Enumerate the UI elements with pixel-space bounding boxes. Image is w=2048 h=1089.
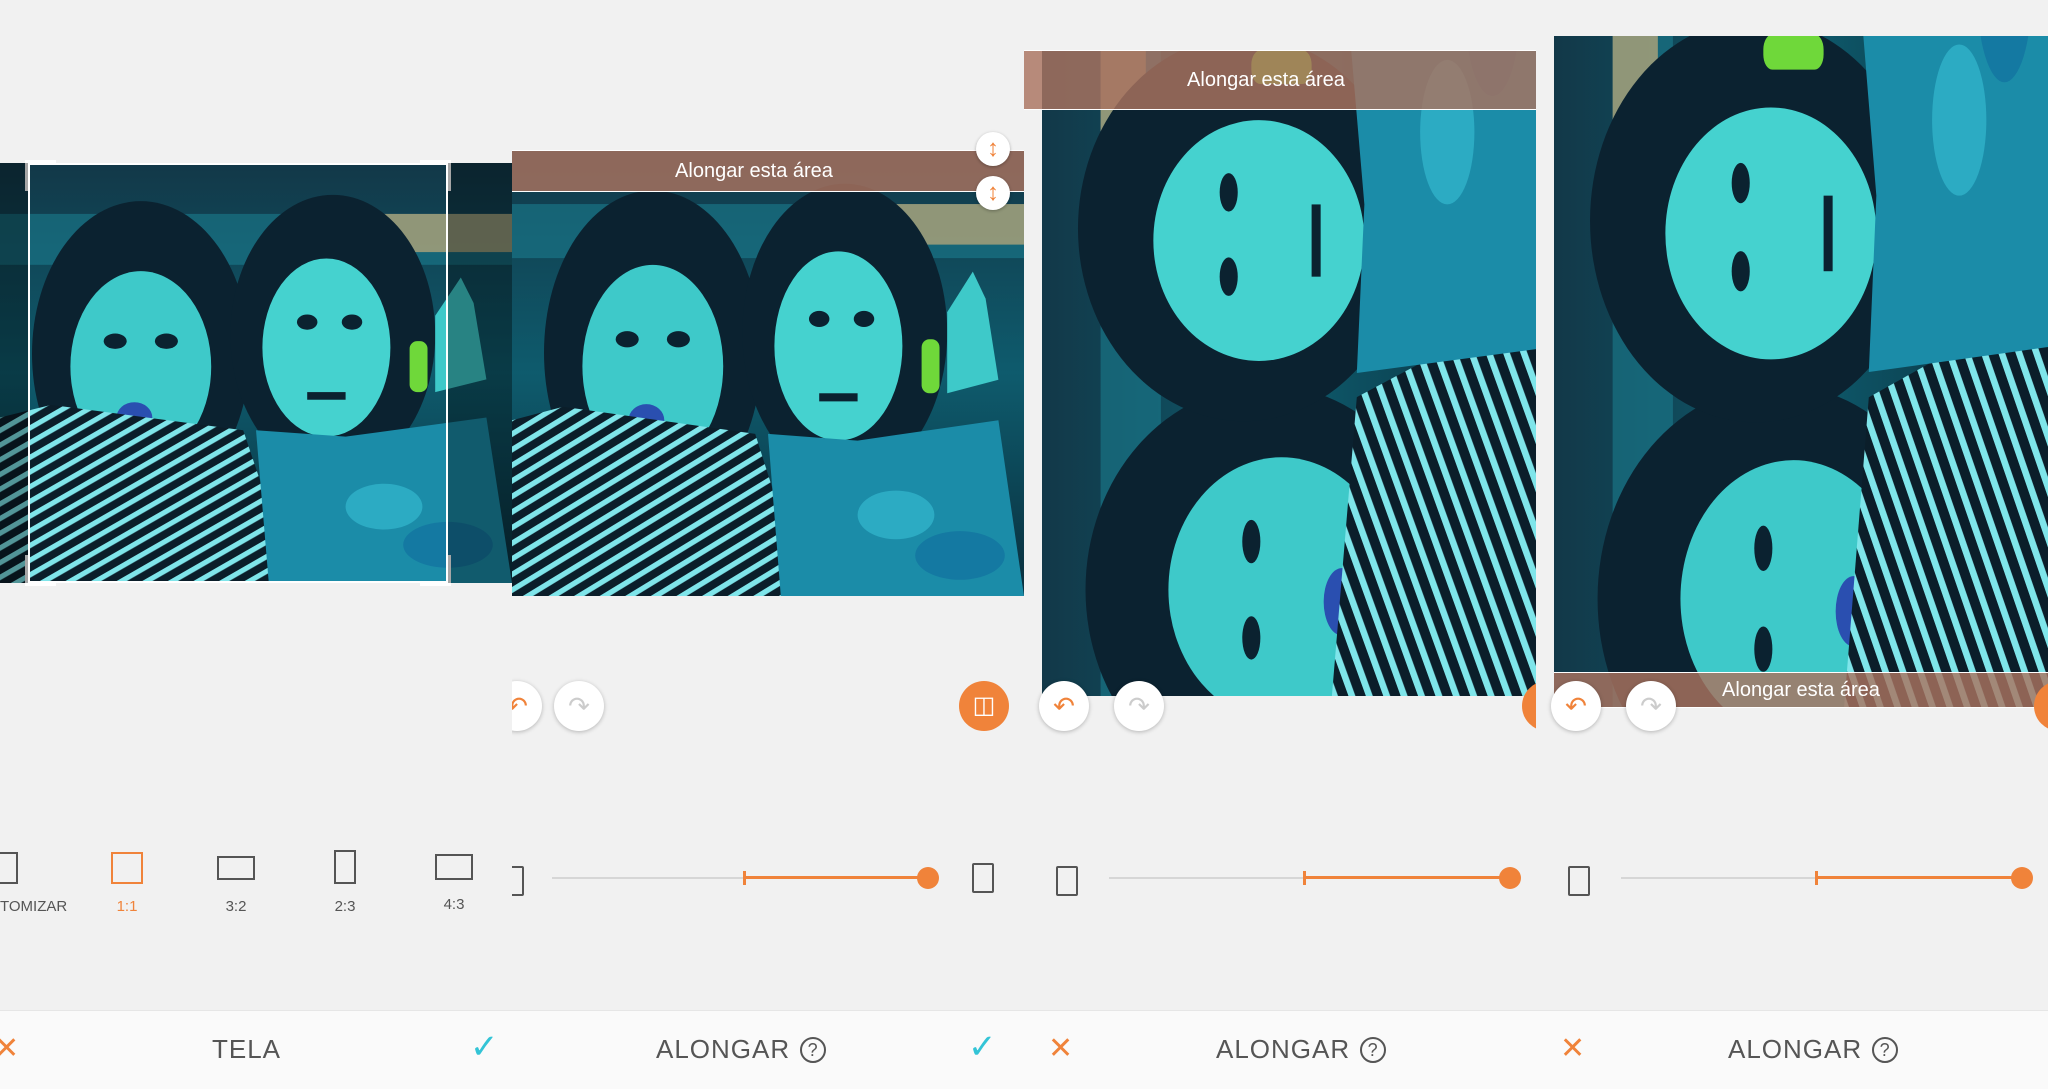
slider-center-tick bbox=[1303, 871, 1306, 885]
ratio-label: 4:3 bbox=[443, 896, 465, 913]
portrait-2-3-icon bbox=[334, 850, 356, 884]
slider-center-tick bbox=[1815, 871, 1818, 885]
stretch-slider-knob[interactable] bbox=[2011, 867, 2033, 889]
help-icon[interactable]: ? bbox=[1360, 1037, 1387, 1063]
ratio-option-customize[interactable]: TOMIZAR bbox=[0, 852, 84, 915]
ratio-option-4-3[interactable]: 4:3 bbox=[419, 854, 489, 913]
crop-overlay-right bbox=[448, 163, 512, 583]
ratio-label: 3:2 bbox=[225, 898, 247, 915]
stretch-area-label: Alongar esta área bbox=[1187, 69, 1345, 91]
redo-button[interactable]: ↷ bbox=[1114, 681, 1164, 731]
crop-panel: TOMIZAR 1:1 3:2 2:3 4:3 ✕ TELA ✓ bbox=[0, 0, 512, 1089]
stretch-slider-knob[interactable] bbox=[917, 867, 939, 889]
customize-icon bbox=[0, 852, 18, 884]
undo-button[interactable]: ↶ bbox=[1551, 681, 1601, 731]
undo-button[interactable]: ↶ bbox=[512, 681, 542, 731]
crop-corner-bottom-right[interactable] bbox=[420, 555, 451, 586]
check-icon[interactable]: ✓ bbox=[968, 1030, 997, 1064]
crop-corner-bottom-left[interactable] bbox=[25, 555, 56, 586]
stretch-slider-fill bbox=[1816, 876, 2021, 879]
stretch-area-label: Alongar esta área bbox=[675, 160, 833, 182]
screen-title-text: ALONGAR bbox=[1216, 1034, 1351, 1064]
crop-overlay-left bbox=[0, 163, 28, 583]
screen-title-text: ALONGAR bbox=[1728, 1034, 1863, 1064]
screen-title-text: ALONGAR bbox=[656, 1034, 791, 1064]
screen-title: ALONGAR? bbox=[656, 1034, 827, 1065]
stretch-slider-fill bbox=[744, 876, 924, 879]
stretch-area-banner[interactable]: Alongar esta área bbox=[512, 150, 1024, 192]
stretch-handle-bottom-icon[interactable]: ↕ bbox=[976, 176, 1010, 210]
photo-preview bbox=[1042, 50, 1536, 696]
ratio-label: 2:3 bbox=[334, 898, 356, 915]
stretch-slider-knob[interactable] bbox=[1499, 867, 1521, 889]
ratio-label: TOMIZAR bbox=[0, 898, 68, 915]
stretch-panel-2: Alongar esta área ↶ ↷ ◫ ✕ ALONGAR? bbox=[1024, 0, 1536, 1089]
close-icon[interactable]: ✕ bbox=[1560, 1034, 1585, 1064]
stretch-slider-fill bbox=[1304, 876, 1509, 879]
landscape-3-2-icon bbox=[217, 856, 255, 880]
shrink-icon bbox=[512, 866, 524, 896]
slider-center-tick bbox=[743, 871, 746, 885]
close-icon[interactable]: ✕ bbox=[0, 1034, 19, 1064]
stretch-area-label: Alongar esta área bbox=[1722, 679, 1880, 701]
undo-button[interactable]: ↶ bbox=[1039, 681, 1089, 731]
stretch-icon bbox=[972, 863, 994, 893]
crop-corner-top-right[interactable] bbox=[420, 160, 451, 191]
shrink-icon bbox=[1568, 866, 1590, 896]
stretch-handle-top-icon[interactable]: ↕ bbox=[976, 132, 1010, 166]
crop-corner-top-left[interactable] bbox=[25, 160, 56, 191]
screen-title: ALONGAR? bbox=[1216, 1034, 1387, 1065]
screen-title: TELA bbox=[212, 1034, 282, 1064]
stretch-panel-3: Alongar esta área ↶ ↷ ◫ ✕ ALONGAR? bbox=[1536, 0, 2048, 1089]
screen-title: ALONGAR? bbox=[1728, 1034, 1899, 1065]
ratio-option-2-3[interactable]: 2:3 bbox=[310, 850, 380, 915]
ratio-option-1-1[interactable]: 1:1 bbox=[92, 852, 162, 915]
photo-preview bbox=[1554, 36, 2048, 708]
compare-button[interactable]: ◫ bbox=[959, 681, 1009, 731]
ratio-label: 1:1 bbox=[116, 898, 138, 915]
redo-button[interactable]: ↷ bbox=[554, 681, 604, 731]
photo-preview bbox=[512, 150, 1024, 596]
stretch-area-banner[interactable]: Alongar esta área bbox=[1024, 50, 1536, 110]
landscape-4-3-icon bbox=[435, 854, 473, 880]
check-icon[interactable]: ✓ bbox=[470, 1030, 499, 1064]
help-icon[interactable]: ? bbox=[1872, 1037, 1899, 1063]
help-icon[interactable]: ? bbox=[800, 1037, 827, 1063]
redo-button[interactable]: ↷ bbox=[1626, 681, 1676, 731]
crop-frame[interactable] bbox=[25, 160, 451, 586]
shrink-icon bbox=[1056, 866, 1078, 896]
ratio-option-3-2[interactable]: 3:2 bbox=[201, 856, 271, 915]
stretch-panel-1: Alongar esta área ↕ ↕ ↶ ↷ ◫ ALONGAR? ✓ bbox=[512, 0, 1024, 1089]
close-icon[interactable]: ✕ bbox=[1048, 1034, 1073, 1064]
square-icon bbox=[111, 852, 143, 884]
